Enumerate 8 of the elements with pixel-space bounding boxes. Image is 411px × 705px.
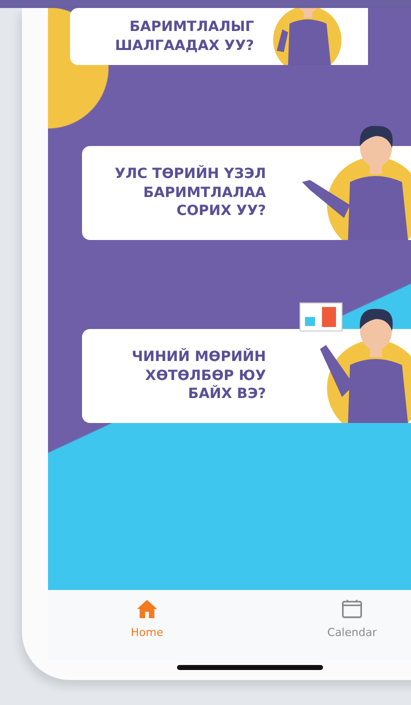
calendar-icon [341,598,363,620]
home-icon [136,598,158,620]
question-text: ЧИНИЙ МӨРИЙН ХӨТӨЛБӨР ЮУ БАЙХ ВЭ? [130,348,266,404]
question-card[interactable]: УЛС ТӨРИЙН ҮЗЭЛ БАРИМТЛАЛАА СОРИХ УУ? [82,146,280,240]
question-text: УЛС ТӨРИЙН ҮЗЭЛ БАРИМТЛАЛАА СОРИХ УУ? [114,164,266,222]
question-text: БАРИМТЛАЛЫГ ШАЛГААДАХ УУ? [114,18,254,56]
question-card[interactable]: БАРИМТЛАЛЫГ ШАЛГААДАХ УУ? [70,8,268,65]
question-card[interactable]: ЧИНИЙ МӨРИЙН ХӨТӨЛБӨР ЮУ БАЙХ ВЭ? [82,329,280,423]
